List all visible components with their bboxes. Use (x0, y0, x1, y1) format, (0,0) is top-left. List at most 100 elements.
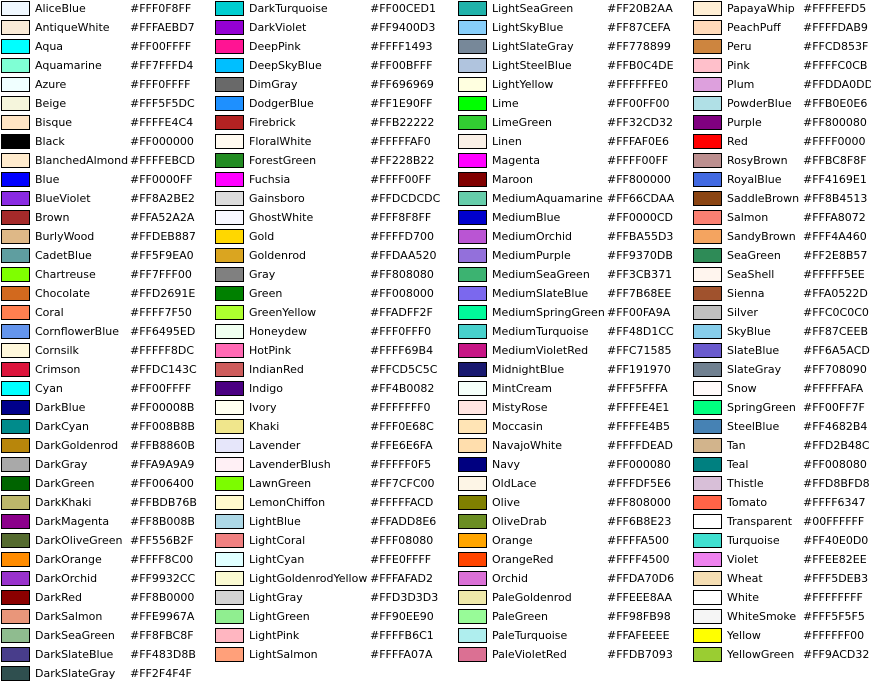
color-name: LightCoral (249, 534, 306, 547)
color-swatch (458, 115, 487, 130)
color-name: Khaki (249, 420, 280, 433)
color-swatch (693, 438, 722, 453)
color-name: LemonChiffon (249, 496, 326, 509)
color-swatch (693, 115, 722, 130)
color-hex: #FFFFFACD (370, 496, 434, 509)
color-hex: #FFFF1493 (370, 40, 433, 53)
color-hex: #FFA52A2A (130, 211, 195, 224)
color-hex: #FFA9A9A9 (130, 458, 195, 471)
color-hex: #FFBC8F8F (803, 154, 867, 167)
color-name: SlateGray (727, 363, 782, 376)
color-swatch (458, 305, 487, 320)
color-hex: #FF556B2F (130, 534, 194, 547)
color-hex: #FFE6E6FA (370, 439, 433, 452)
color-swatch (458, 229, 487, 244)
color-name: DarkKhaki (35, 496, 92, 509)
color-hex: #FF40E0D0 (803, 534, 869, 547)
color-swatch (1, 267, 30, 282)
color-swatch (458, 172, 487, 187)
color-name: Lime (492, 97, 519, 110)
color-swatch (1, 134, 30, 149)
color-hex: #FF808000 (607, 496, 671, 509)
color-hex: #FF87CEEB (803, 325, 868, 338)
color-name: Black (35, 135, 65, 148)
color-swatch (1, 419, 30, 434)
color-hex: #FFD2B48C (803, 439, 870, 452)
color-name: Chartreuse (35, 268, 96, 281)
color-hex: #FFD8BFD8 (803, 477, 870, 490)
color-swatch (693, 476, 722, 491)
color-swatch (458, 324, 487, 339)
color-name: SeaGreen (727, 249, 781, 262)
color-swatch (215, 552, 244, 567)
color-name: SeaShell (727, 268, 775, 281)
color-swatch (458, 628, 487, 643)
color-name: PapayaWhip (727, 2, 795, 15)
color-hex: #FF98FB98 (607, 610, 671, 623)
color-swatch (215, 191, 244, 206)
color-name: LightGreen (249, 610, 310, 623)
color-name: Linen (492, 135, 522, 148)
color-swatch (458, 286, 487, 301)
color-name: DarkBlue (35, 401, 86, 414)
color-name: MediumSeaGreen (492, 268, 590, 281)
color-hex: #FFFF4500 (607, 553, 670, 566)
color-name: Goldenrod (249, 249, 307, 262)
color-hex: #FF8B4513 (803, 192, 868, 205)
color-swatch (215, 115, 244, 130)
color-hex: #FF66CDAA (607, 192, 675, 205)
color-name: DarkGray (35, 458, 88, 471)
color-hex: #FFFF7F50 (130, 306, 192, 319)
color-hex: #FF8B0000 (130, 591, 195, 604)
color-name: Silver (727, 306, 758, 319)
color-swatch (458, 514, 487, 529)
color-name: DarkSalmon (35, 610, 103, 623)
color-hex: #FF800000 (607, 173, 671, 186)
color-swatch (693, 552, 722, 567)
color-hex: #FF87CEFA (607, 21, 671, 34)
color-hex: #FFDAA520 (370, 249, 437, 262)
color-name: PowderBlue (727, 97, 792, 110)
color-name: Fuchsia (249, 173, 291, 186)
color-hex: #FFEEE8AA (607, 591, 673, 604)
color-swatch (458, 647, 487, 662)
color-hex: #FFFAF0E6 (607, 135, 669, 148)
color-hex: #FFFF0000 (803, 135, 866, 148)
color-name: Lavender (249, 439, 301, 452)
color-swatch (215, 438, 244, 453)
color-name: DarkSlateBlue (35, 648, 114, 661)
color-name: MediumAquamarine (492, 192, 603, 205)
color-hex: #FF0000FF (130, 173, 193, 186)
color-hex: #FF00FF00 (607, 97, 670, 110)
color-swatch (458, 248, 487, 263)
color-hex: #FFD3D3D3 (370, 591, 439, 604)
color-swatch (1, 552, 30, 567)
color-name: Green (249, 287, 283, 300)
color-name: Pink (727, 59, 750, 72)
color-name: PaleVioletRed (492, 648, 567, 661)
color-swatch (1, 1, 30, 16)
color-hex: #FFF0E68C (370, 420, 434, 433)
color-swatch (458, 457, 487, 472)
color-swatch (458, 58, 487, 73)
color-swatch (215, 457, 244, 472)
color-name: DeepPink (249, 40, 301, 53)
color-hex: #FFF4A460 (803, 230, 867, 243)
color-hex: #FF0000CD (607, 211, 674, 224)
color-name: CadetBlue (35, 249, 92, 262)
color-name: Gold (249, 230, 275, 243)
color-name: LimeGreen (492, 116, 552, 129)
color-swatch (693, 172, 722, 187)
color-swatch (1, 153, 30, 168)
color-hex: #FF3CB371 (607, 268, 673, 281)
color-hex: #FFF5FFFA (607, 382, 668, 395)
color-swatch (458, 39, 487, 54)
color-name: Bisque (35, 116, 73, 129)
color-name: Salmon (727, 211, 769, 224)
color-name: SkyBlue (727, 325, 771, 338)
color-hex: #FF7FFF00 (130, 268, 192, 281)
color-swatch (693, 229, 722, 244)
color-hex: #FF2E8B57 (803, 249, 868, 262)
color-hex: #FFB8860B (130, 439, 195, 452)
color-name: LawnGreen (249, 477, 312, 490)
